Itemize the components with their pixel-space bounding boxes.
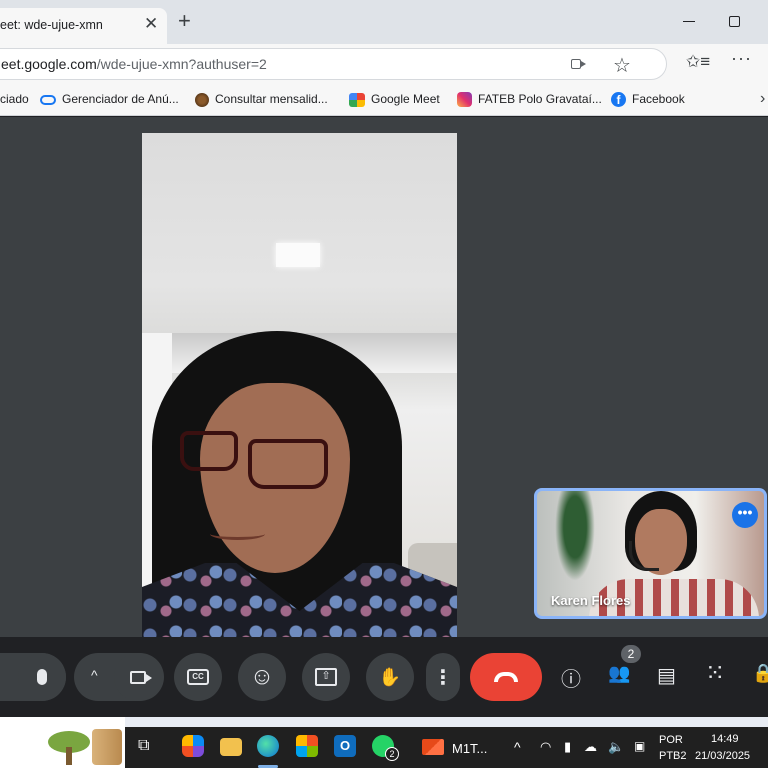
copilot-icon[interactable] (182, 735, 204, 757)
bookmark-item[interactable]: Gerenciador de Anú... (40, 92, 179, 106)
whatsapp-notification-badge: 2 (385, 747, 399, 761)
microphone-icon (37, 669, 47, 685)
bookmark-label: Google Meet (371, 92, 440, 106)
bookmark-item[interactable]: Google Meet (349, 92, 440, 107)
participants-count-badge: 2 (621, 645, 641, 663)
taskbar-widget-area (0, 717, 125, 768)
task-view-icon[interactable]: ⧉ (138, 737, 149, 755)
camera-icon (130, 670, 152, 684)
file-explorer-icon[interactable] (220, 738, 242, 756)
camera-button[interactable] (114, 653, 162, 701)
app-m1t-icon[interactable] (422, 739, 444, 755)
bookmark-item[interactable]: FATEB Polo Gravataí... (457, 92, 602, 108)
main-participant-video[interactable] (142, 133, 457, 637)
emoji-icon: ☺ (249, 663, 275, 690)
present-icon: ⇧ (315, 668, 337, 686)
background-plant (555, 491, 595, 581)
url-path: /wde-ujue-xmn?authuser=2 (96, 56, 267, 72)
bookmark-label: Facebook (632, 92, 685, 106)
leave-call-button[interactable] (470, 653, 542, 701)
address-bar[interactable]: eet.google.com/wde-ujue-xmn?authuser=2 ☆ (0, 48, 667, 80)
meeting-info-icon[interactable]: ⓘ (561, 663, 581, 692)
keyboard-layout-code[interactable]: PTB2 (659, 750, 687, 762)
clock-time[interactable]: 14:49 (711, 733, 739, 745)
input-language-code[interactable]: POR (659, 734, 683, 746)
close-tab-icon[interactable]: ✕ (144, 14, 158, 34)
tree-trunk (66, 747, 72, 765)
tab-title: eet: wde-ujue-xmn (0, 18, 103, 32)
new-tab-icon[interactable]: + (178, 10, 191, 32)
present-screen-button[interactable]: ⇧ (302, 653, 350, 701)
widget-decoration (92, 729, 122, 765)
maximize-window-icon[interactable] (729, 16, 740, 27)
bookmark-star-icon[interactable]: ☆ (613, 53, 631, 78)
edge-browser-icon[interactable] (257, 735, 279, 757)
tile-more-options-icon[interactable]: ••• (732, 502, 758, 528)
microsoft-store-icon[interactable] (296, 735, 318, 757)
site-favicon-icon (195, 92, 209, 107)
reactions-button[interactable]: ☺ (238, 653, 286, 701)
people-icon[interactable]: 👥 (608, 663, 630, 684)
bookmark-label: Consultar mensalid... (215, 92, 328, 106)
bookmark-item[interactable]: Consultar mensalid... (195, 92, 328, 107)
clock-date[interactable]: 21/03/2025 (695, 750, 750, 762)
meet-control-bar: ^ ^ CC ☺ ⇧ ✋ ⋮ ⓘ 2 👥 ▤ ⁙ 🔒 (0, 637, 768, 717)
minimize-window-icon[interactable] (683, 21, 695, 22)
microphone-button[interactable] (18, 653, 66, 701)
browser-tab-strip: eet: wde-ujue-xmn ✕ + (0, 0, 768, 44)
bookmark-item[interactable]: f Facebook (611, 92, 685, 108)
participant-mouth (210, 528, 265, 540)
meta-icon (40, 94, 56, 105)
url-host: eet.google.com (1, 56, 97, 72)
hand-icon: ✋ (378, 666, 402, 687)
ceiling-light (276, 243, 320, 267)
more-options-button[interactable]: ⋮ (426, 653, 460, 701)
favorites-icon[interactable]: ✩≡ (686, 52, 710, 72)
meet-stage: Karen Flores ••• (0, 117, 768, 637)
windows-taskbar: ⧉ O 2 M1T... ^ ◠ ▮ ☁ 🔈 ▣ POR PTB2 14:49 … (0, 717, 768, 768)
hang-up-icon (494, 672, 518, 682)
captions-button[interactable]: CC (174, 653, 222, 701)
chat-icon[interactable]: ▤ (657, 663, 676, 688)
screen: eet: wde-ujue-xmn ✕ + eet.google.com/wde… (0, 0, 768, 768)
wifi-icon[interactable]: ◠ (540, 739, 551, 755)
participant-name-label: Karen Flores (551, 593, 631, 608)
tray-overflow-chevron-icon[interactable]: ^ (514, 739, 521, 755)
bookmark-label: Gerenciador de Anú... (62, 92, 179, 106)
activities-icon[interactable]: ⁙ (705, 659, 725, 688)
raise-hand-button[interactable]: ✋ (366, 653, 414, 701)
instagram-icon (457, 92, 472, 108)
video-options-chevron-icon[interactable]: ^ (91, 667, 98, 683)
bookmark-item[interactable]: ciado (0, 92, 29, 106)
meet-indicator-icon[interactable]: ▣ (634, 739, 645, 753)
facebook-icon: f (611, 92, 626, 108)
microphone-tray-icon[interactable]: ▮ (564, 739, 571, 755)
host-controls-lock-icon[interactable]: 🔒 (752, 663, 768, 684)
self-view-tile[interactable]: Karen Flores ••• (534, 488, 767, 619)
bookmarks-overflow-icon[interactable]: › (760, 90, 765, 108)
browser-toolbar: eet.google.com/wde-ujue-xmn?authuser=2 ☆… (0, 44, 768, 84)
google-meet-icon (349, 92, 365, 107)
browser-menu-icon[interactable]: ··· (731, 48, 752, 69)
glasses-right-lens (248, 439, 328, 489)
url-text: eet.google.com/wde-ujue-xmn?authuser=2 (1, 56, 267, 72)
browser-tab-meet[interactable]: eet: wde-ujue-xmn ✕ (0, 8, 167, 44)
bookmark-label: ciado (0, 92, 29, 106)
camera-permission-icon[interactable] (571, 59, 586, 69)
outlook-icon[interactable]: O (334, 735, 356, 757)
onedrive-cloud-icon[interactable]: ☁ (584, 739, 597, 755)
volume-icon[interactable]: 🔈 (608, 739, 624, 755)
more-vert-icon: ⋮ (433, 666, 453, 689)
bookmark-label: FATEB Polo Gravataí... (478, 92, 602, 106)
bookmarks-bar: ciado Gerenciador de Anú... Consultar me… (0, 84, 768, 116)
app-m1t-label[interactable]: M1T... (452, 741, 487, 756)
captions-icon: CC (187, 669, 209, 685)
glasses-left-lens (180, 431, 238, 471)
